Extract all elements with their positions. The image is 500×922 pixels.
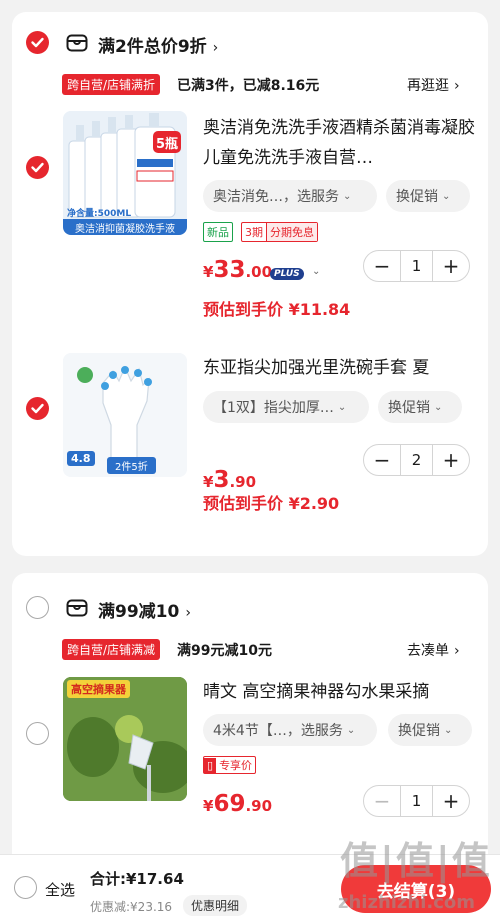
spec-selector[interactable]: 【1双】指尖加厚… ⌄ [203, 391, 369, 423]
quantity-stepper: − 2 + [363, 444, 470, 476]
item-checkbox[interactable] [26, 722, 49, 745]
discount-detail-button[interactable]: 优惠明细 [183, 895, 248, 916]
product-title[interactable]: 奥洁消免洗洗手液酒精杀菌消毒凝胶儿童免洗洗手液自营… [203, 113, 475, 173]
chevron-down-icon: ⌄ [444, 724, 453, 736]
promo-tag: 跨自营/店铺满减 [62, 639, 161, 660]
volume-label: 净含量:500ML [67, 209, 132, 219]
chevron-right-icon: › [454, 643, 460, 659]
exclusive-price-badge: ▯ 专享价 [203, 756, 257, 774]
image-caption: 奥洁消抑菌凝胶洗手液 [63, 219, 187, 235]
watermark-logo: 值|值|值 [340, 839, 492, 883]
promo-status: 满99元减10元 [177, 643, 272, 659]
item-checkbox[interactable] [26, 156, 49, 179]
increase-button[interactable]: + [433, 251, 469, 281]
rating-badge: 4.8 [67, 451, 95, 466]
shop-icon [66, 34, 88, 52]
checkmark-icon [31, 403, 44, 414]
add-on-link[interactable]: 去凑单 › [407, 640, 460, 660]
increase-button[interactable]: + [433, 786, 469, 816]
group-checkbox[interactable] [26, 596, 49, 619]
product-title[interactable]: 晴文 高空摘果神器勾水果采摘 [203, 677, 475, 707]
quantity-value[interactable]: 1 [400, 786, 433, 816]
promo-title[interactable]: 满99减10 › [98, 597, 191, 622]
promo-group-card: 满2件总价9折 › 跨自营/店铺满折 已满3件，已减8.16元 再逛逛 › 5瓶 净… [12, 12, 488, 556]
product-image[interactable]: 高空摘果器 [63, 677, 187, 801]
decrease-button[interactable]: − [364, 786, 400, 816]
decrease-button[interactable]: − [364, 251, 400, 281]
promo-title[interactable]: 满2件总价9折 › [98, 32, 218, 57]
select-all-checkbox[interactable] [14, 876, 37, 899]
spec-selector[interactable]: 奥洁消免…，选服务 ⌄ [203, 180, 377, 212]
chevron-down-icon: ⌄ [434, 401, 443, 413]
chevron-down-icon: ⌄ [337, 401, 347, 413]
chevron-down-icon[interactable]: ⌄ [312, 266, 320, 277]
promo-selector[interactable]: 换促销 ⌄ [388, 714, 472, 746]
chevron-down-icon: ⌄ [442, 190, 451, 202]
chevron-down-icon: ⌄ [346, 724, 356, 736]
promo-tag: 跨自营/店铺满折 [62, 74, 161, 95]
promo-group-card: 满99减10 › 跨自营/店铺满减 满99元减10元 去凑单 › 高空摘果器 晴文 … [12, 573, 488, 873]
quantity-stepper: − 1 + [363, 785, 470, 817]
item-checkbox[interactable] [26, 397, 49, 420]
tag-icon: ▯ [204, 757, 217, 773]
watermark-site: zhizhizhi.com [338, 892, 476, 913]
price: ¥33.00 [203, 257, 273, 283]
spec-selector[interactable]: 4米4节【…，选服务 ⌄ [203, 714, 377, 746]
image-caption: 2件5折 [107, 457, 156, 474]
price: ¥69.90 [203, 791, 273, 817]
chevron-right-icon: › [212, 40, 219, 56]
decrease-button[interactable]: − [364, 445, 400, 475]
product-image[interactable]: 5瓶 净含量:500ML 奥洁消抑菌凝胶洗手液 [63, 111, 187, 235]
checkmark-icon [31, 162, 44, 173]
group-checkbox[interactable] [26, 31, 49, 54]
promo-status: 已满3件，已减8.16元 [177, 78, 320, 94]
discount-amount: 优惠减:¥23.16 [90, 900, 173, 914]
shop-icon [66, 599, 88, 617]
promo-selector[interactable]: 换促销 ⌄ [386, 180, 470, 212]
installment-badge: 3期 分期免息 [241, 222, 318, 242]
product-title[interactable]: 东亚指尖加强光里洗碗手套 夏 [203, 353, 475, 383]
shop-more-link[interactable]: 再逛逛 › [407, 75, 460, 95]
select-all-label[interactable]: 全选 [45, 879, 75, 900]
total-amount: 合计:¥17.64 [90, 870, 184, 888]
estimated-price: 预估到手价 ¥11.84 [203, 300, 351, 319]
quantity-value[interactable]: 2 [400, 445, 433, 475]
chevron-down-icon: ⌄ [343, 190, 352, 202]
chevron-right-icon: › [454, 78, 460, 94]
new-badge: 新品 [203, 222, 233, 242]
checkmark-icon [31, 37, 44, 48]
product-image[interactable]: 4.8 2件5折 [63, 353, 187, 477]
chevron-right-icon: › [185, 605, 191, 621]
plus-badge: PLUS [270, 268, 304, 280]
estimated-price: 预估到手价 ¥2.90 [203, 494, 340, 513]
promo-selector[interactable]: 换促销 ⌄ [378, 391, 462, 423]
bottle-count-badge: 5瓶 [153, 131, 181, 153]
increase-button[interactable]: + [433, 445, 469, 475]
quantity-value[interactable]: 1 [400, 251, 433, 281]
image-caption: 高空摘果器 [67, 680, 130, 698]
quantity-stepper: − 1 + [363, 250, 470, 282]
